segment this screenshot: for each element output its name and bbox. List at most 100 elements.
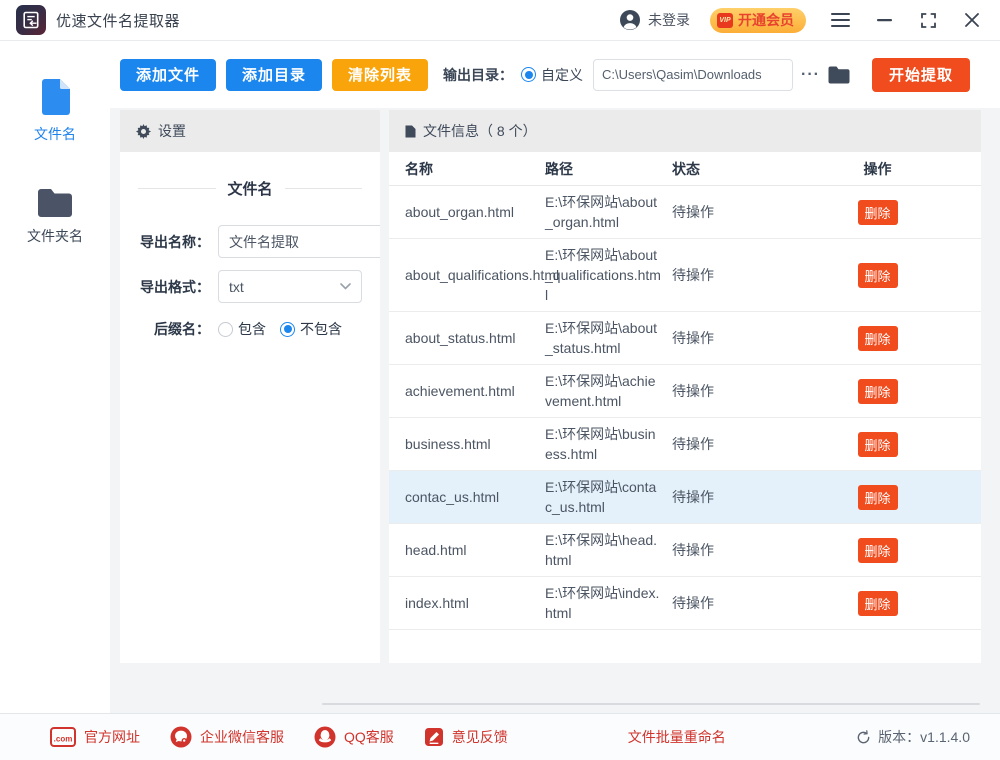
column-name: 名称	[405, 159, 545, 179]
delete-button[interactable]: 删除	[858, 326, 898, 351]
file-path: E:\环保网站\about_status.html	[545, 318, 672, 358]
output-directory-group: 输出目录： 自定义 ··· 开始提取	[443, 58, 970, 92]
file-name: about_status.html	[405, 328, 545, 348]
custom-radio[interactable]	[521, 67, 536, 82]
file-status: 待操作	[672, 593, 790, 613]
app-window: 优速文件名提取器 未登录 VIP 开通会员	[0, 0, 1000, 760]
table-row[interactable]: index.html E:\环保网站\index.html 待操作 删除	[389, 577, 981, 630]
vip-button[interactable]: VIP 开通会员	[710, 8, 806, 33]
wechat-icon	[170, 726, 192, 748]
file-path: E:\环保网站\head.html	[545, 530, 672, 570]
maximize-button[interactable]	[918, 10, 938, 30]
app-title: 优速文件名提取器	[56, 10, 180, 31]
official-website-link[interactable]: .com 官方网址	[50, 727, 140, 747]
content-area: 设置 文件名 导出名称： 导出格式：	[110, 108, 1000, 713]
suffix-include-radio[interactable]	[218, 322, 233, 337]
minimize-button[interactable]	[874, 10, 894, 30]
document-icon	[405, 125, 416, 138]
table-row[interactable]: about_status.html E:\环保网站\about_status.h…	[389, 312, 981, 365]
output-path-input[interactable]	[593, 59, 793, 91]
qq-support-link[interactable]: QQ客服	[314, 726, 394, 748]
file-path: E:\环保网站\index.html	[545, 583, 672, 623]
delete-button[interactable]: 删除	[858, 538, 898, 563]
file-path: E:\环保网站\contac_us.html	[545, 477, 672, 517]
section-divider: 文件名	[138, 178, 362, 199]
table-row[interactable]: contac_us.html E:\环保网站\contac_us.html 待操…	[389, 471, 981, 524]
settings-panel-title: 设置	[158, 121, 186, 141]
titlebar: 优速文件名提取器 未登录 VIP 开通会员	[0, 0, 1000, 41]
footer: .com 官方网址 企业微信客服 QQ客服 意见反馈 文件批量重命名	[0, 713, 1000, 760]
file-name: business.html	[405, 434, 545, 454]
feedback-icon	[424, 727, 444, 747]
sidebar-item-foldername[interactable]: 文件夹名	[27, 188, 83, 246]
file-info-title: 文件信息（ 8 个）	[423, 121, 537, 141]
vip-icon: VIP	[717, 13, 733, 28]
feedback-link[interactable]: 意见反馈	[424, 727, 508, 747]
close-button[interactable]	[962, 10, 982, 30]
sidebar-item-filename[interactable]: 文件名	[34, 79, 76, 144]
export-name-input[interactable]	[218, 225, 380, 258]
file-icon	[40, 79, 70, 115]
chevron-down-icon	[340, 283, 351, 290]
file-name: about_organ.html	[405, 202, 545, 222]
add-file-button[interactable]: 添加文件	[120, 59, 216, 91]
delete-button[interactable]: 删除	[858, 200, 898, 225]
footer-link-label: QQ客服	[344, 727, 394, 747]
delete-button[interactable]: 删除	[858, 591, 898, 616]
file-status: 待操作	[672, 381, 790, 401]
refresh-icon[interactable]	[856, 730, 871, 745]
titlebar-right: 未登录 VIP 开通会员	[619, 8, 982, 33]
file-info-header: 文件信息（ 8 个）	[389, 110, 981, 152]
export-name-row: 导出名称：	[138, 225, 362, 258]
delete-button[interactable]: 删除	[858, 263, 898, 288]
table-row[interactable]: about_qualifications.html E:\环保网站\about_…	[389, 239, 981, 312]
footer-link-label: 意见反馈	[452, 727, 508, 747]
open-folder-icon[interactable]	[828, 66, 850, 84]
suffix-exclude-option[interactable]: 不包含	[280, 319, 342, 339]
toolbar: 添加文件 添加目录 清除列表 输出目录： 自定义 ··· 开始提取	[110, 41, 1000, 108]
suffix-row: 后缀名： 包含 不包含	[138, 319, 362, 339]
table-row[interactable]: achievement.html E:\环保网站\achievement.htm…	[389, 365, 981, 418]
file-status: 待操作	[672, 328, 790, 348]
file-name: about_qualifications.html	[405, 265, 545, 285]
section-title: 文件名	[228, 178, 273, 199]
file-status: 待操作	[672, 540, 790, 560]
svg-text:.com: .com	[54, 735, 73, 744]
horizontal-scrollbar[interactable]	[322, 703, 980, 705]
batch-rename-link[interactable]: 文件批量重命名	[628, 727, 726, 747]
clear-list-button[interactable]: 清除列表	[332, 59, 428, 91]
suffix-label: 后缀名：	[138, 319, 210, 339]
file-info-panel: 文件信息（ 8 个） 名称 路径 状态 操作 about_organ.html …	[389, 110, 981, 663]
titlebar-left: 优速文件名提取器	[16, 5, 180, 35]
export-format-select[interactable]: txt	[218, 270, 362, 303]
file-name: index.html	[405, 593, 545, 613]
app-logo-icon	[16, 5, 46, 35]
menu-button[interactable]	[830, 10, 850, 30]
sidebar-item-label: 文件名	[34, 124, 76, 144]
column-path: 路径	[545, 159, 672, 179]
export-format-row: 导出格式： txt	[138, 270, 362, 303]
table-header: 名称 路径 状态 操作	[389, 152, 981, 186]
table-row[interactable]: head.html E:\环保网站\head.html 待操作 删除	[389, 524, 981, 577]
table-row[interactable]: about_organ.html E:\环保网站\about_organ.htm…	[389, 186, 981, 239]
suffix-include-option[interactable]: 包含	[218, 319, 266, 339]
settings-panel: 设置 文件名 导出名称： 导出格式：	[120, 110, 380, 663]
footer-link-label: 官方网址	[84, 727, 140, 747]
login-label: 未登录	[648, 10, 690, 30]
add-directory-button[interactable]: 添加目录	[226, 59, 322, 91]
sidebar: 文件名 文件夹名	[0, 41, 110, 713]
login-status[interactable]: 未登录	[619, 9, 690, 31]
delete-button[interactable]: 删除	[858, 432, 898, 457]
delete-button[interactable]: 删除	[858, 379, 898, 404]
wechat-support-link[interactable]: 企业微信客服	[170, 726, 284, 748]
browse-ellipsis-button[interactable]: ···	[801, 66, 820, 84]
file-name: achievement.html	[405, 381, 545, 401]
delete-button[interactable]: 删除	[858, 485, 898, 510]
settings-body: 文件名 导出名称： 导出格式： txt	[120, 152, 380, 339]
start-extract-button[interactable]: 开始提取	[872, 58, 970, 92]
gear-icon	[136, 124, 151, 139]
suffix-exclude-radio[interactable]	[280, 322, 295, 337]
table-row[interactable]: business.html E:\环保网站\business.html 待操作 …	[389, 418, 981, 471]
footer-link-label: 企业微信客服	[200, 727, 284, 747]
export-format-label: 导出格式：	[138, 277, 210, 297]
